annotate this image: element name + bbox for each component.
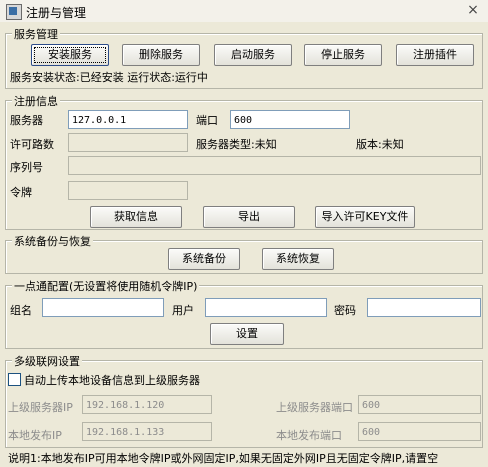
server-input[interactable]: 127.0.0.1 bbox=[68, 110, 188, 129]
system-restore-button[interactable]: 系统恢复 bbox=[262, 248, 334, 270]
group-name-input[interactable] bbox=[42, 298, 164, 317]
install-service-button[interactable]: 安装服务 bbox=[31, 44, 109, 66]
import-key-file-button[interactable]: 导入许可KEY文件 bbox=[315, 206, 415, 228]
port-label: 端口 bbox=[196, 114, 218, 127]
user-input[interactable] bbox=[205, 298, 327, 317]
license-count-field bbox=[68, 133, 188, 152]
export-button[interactable]: 导出 bbox=[203, 206, 295, 228]
backup-legend: 系统备份与恢复 bbox=[12, 233, 93, 249]
serial-label: 序列号 bbox=[10, 161, 43, 174]
group-name-label: 组名 bbox=[10, 304, 32, 317]
title-bar: 注册与管理 × bbox=[0, 0, 488, 22]
network-legend: 多级联网设置 bbox=[12, 353, 82, 369]
register-manage-window: 注册与管理 × 服务管理 安装服务 删除服务 启动服务 停止服务 注册插件 服务… bbox=[0, 0, 488, 467]
delete-service-button[interactable]: 删除服务 bbox=[122, 44, 200, 66]
upper-server-port-field: 600 bbox=[358, 395, 481, 414]
service-status-text: 服务安装状态:已经安装 运行状态:运行中 bbox=[10, 71, 208, 84]
local-publish-port-label: 本地发布端口 bbox=[276, 429, 342, 442]
local-publish-ip-label: 本地发布IP bbox=[8, 429, 62, 442]
close-icon[interactable]: × bbox=[465, 3, 481, 18]
setup-button[interactable]: 设置 bbox=[210, 323, 284, 345]
auto-upload-checkbox[interactable] bbox=[8, 373, 21, 386]
upper-server-port-label: 上级服务器端口 bbox=[276, 401, 353, 414]
register-plugin-button[interactable]: 注册插件 bbox=[396, 44, 474, 66]
server-label: 服务器 bbox=[10, 114, 43, 127]
local-publish-port-field: 600 bbox=[358, 422, 481, 441]
get-info-button[interactable]: 获取信息 bbox=[90, 206, 182, 228]
stop-service-button[interactable]: 停止服务 bbox=[304, 44, 382, 66]
register-legend: 注册信息 bbox=[12, 93, 60, 109]
window-title: 注册与管理 bbox=[26, 6, 87, 20]
license-count-label: 许可路数 bbox=[10, 138, 54, 151]
port-input[interactable]: 600 bbox=[230, 110, 350, 129]
system-backup-button[interactable]: 系统备份 bbox=[168, 248, 240, 270]
token-field bbox=[68, 181, 188, 200]
footer-note: 说明1:本地发布IP可用本地令牌IP或外网固定IP,如果无固定外网IP且无固定令… bbox=[8, 452, 439, 465]
backup-group: 系统备份与恢复 bbox=[5, 233, 483, 274]
user-label: 用户 bbox=[172, 304, 194, 317]
upper-server-ip-label: 上级服务器IP bbox=[8, 401, 73, 414]
version-label: 版本:未知 bbox=[356, 138, 404, 151]
start-service-button[interactable]: 启动服务 bbox=[214, 44, 292, 66]
local-publish-ip-field: 192.168.1.133 bbox=[82, 422, 212, 441]
server-type-label: 服务器类型:未知 bbox=[196, 138, 277, 151]
token-label: 令牌 bbox=[10, 186, 32, 199]
password-input[interactable] bbox=[367, 298, 481, 317]
password-label: 密码 bbox=[334, 304, 356, 317]
service-legend: 服务管理 bbox=[12, 26, 60, 42]
upper-server-ip-field: 192.168.1.120 bbox=[82, 395, 212, 414]
auto-upload-label: 自动上传本地设备信息到上级服务器 bbox=[24, 374, 200, 387]
serial-field bbox=[68, 156, 481, 175]
app-icon bbox=[6, 4, 22, 20]
oneclick-legend: 一点通配置(无设置将使用随机令牌IP) bbox=[12, 278, 200, 294]
